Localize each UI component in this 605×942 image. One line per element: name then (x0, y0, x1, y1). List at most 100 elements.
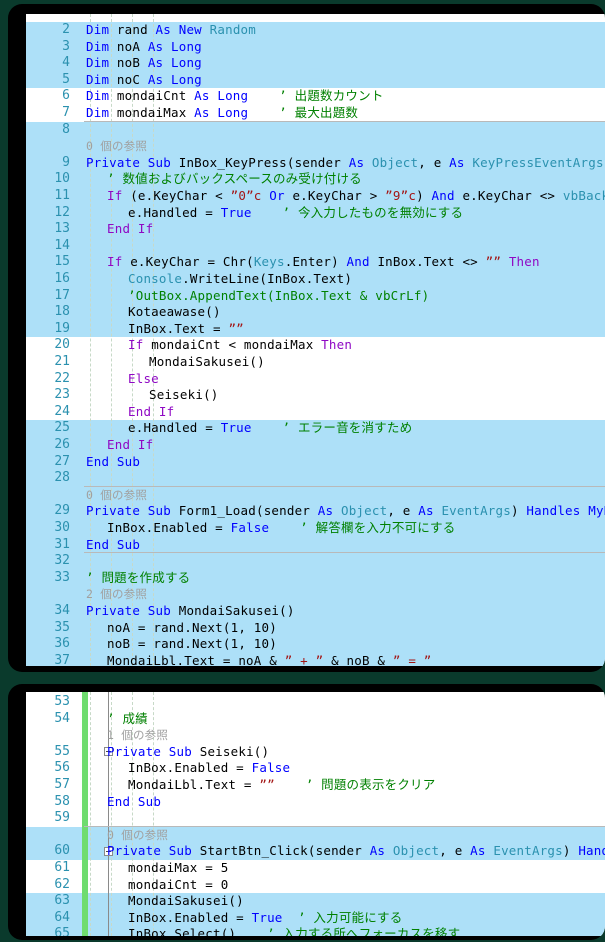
code-text[interactable]: Else (128, 371, 159, 388)
code-line-row[interactable]: 15 If e.KeyChar = Chr(Keys.Enter) And InB… (26, 254, 605, 271)
codelens-reference-count[interactable]: 2 個の参照 (86, 586, 147, 603)
code-line-row[interactable]: 33 ’ 問題を作成する (26, 570, 605, 587)
code-text[interactable]: Seiseki() (149, 387, 219, 404)
codelens-row[interactable]: 1 個の参照 (26, 727, 605, 744)
code-line-row[interactable]: 59 (26, 810, 605, 827)
code-line-row[interactable]: 58 End Sub (26, 794, 605, 811)
code-line-row[interactable]: 65 InBox.Select() ’ 入力する所へフォーカスを移す (26, 926, 605, 936)
code-text[interactable]: Private Sub MondaiSakusei() (86, 603, 295, 620)
code-line-row[interactable]: 57 MondaiLbl.Text = ”” ’ 問題の表示をクリア (26, 777, 605, 794)
code-line-row[interactable]: 3 Dim noA As Long (26, 39, 605, 56)
code-line-row[interactable]: 32 (26, 553, 605, 570)
bottom-code-editor[interactable]: 53 54 ’ 成績 1 個の参照 55 Private Sub Seiseki() 56 I… (26, 692, 605, 936)
code-line-row[interactable]: 25 e.Handled = True ’ エラー音を消すため (26, 420, 605, 437)
code-text[interactable]: e.Handled = True ’ エラー音を消すため (128, 420, 412, 437)
codelens-row[interactable]: 0 個の参照 (26, 827, 605, 844)
code-text[interactable]: InBox.Select() ’ 入力する所へフォーカスを移す (128, 926, 460, 936)
code-line-row[interactable]: 20 If mondaiCnt < mondaiMax Then (26, 337, 605, 354)
code-text[interactable]: InBox.Enabled = True ’ 入力可能にする (128, 910, 402, 927)
code-line-row[interactable]: 31 End Sub (26, 537, 605, 554)
code-line-row[interactable]: 37 MondaiLbl.Text = noA & ” + ” & noB & ”… (26, 653, 605, 666)
code-line-row[interactable]: 29 Private Sub Form1_Load(sender As Objec… (26, 503, 605, 520)
code-line-row[interactable]: 23 Seiseki() (26, 387, 605, 404)
codelens-row[interactable]: 0 個の参照 (26, 487, 605, 504)
code-line-row[interactable]: 12 e.Handled = True ’ 今入力したものを無効にする (26, 205, 605, 222)
code-line-row[interactable]: 27 End Sub (26, 454, 605, 471)
code-line-row[interactable]: 4 Dim noB As Long (26, 55, 605, 72)
code-text[interactable]: noA = rand.Next(1, 10) (107, 620, 277, 637)
code-line-row[interactable]: 13 End If (26, 221, 605, 238)
code-line-row[interactable]: 5 Dim noC As Long (26, 72, 605, 89)
code-line-row[interactable]: 7 Dim mondaiMax As Long ’ 最大出題数 (26, 105, 605, 122)
code-line-row[interactable]: 17 ’OutBox.AppendText(InBox.Text & vbCrLf… (26, 288, 605, 305)
code-line-row[interactable]: 10 ’ 数値およびバックスペースのみ受け付ける (26, 171, 605, 188)
code-text[interactable]: End Sub (107, 794, 161, 811)
codelens-reference-count[interactable]: 0 個の参照 (107, 827, 168, 844)
code-line-row[interactable]: 6 Dim mondaiCnt As Long ’ 出題数カウント (26, 88, 605, 105)
code-text[interactable]: Dim rand As New Random (86, 22, 256, 39)
code-text[interactable]: Private Sub Seiseki() (107, 744, 269, 761)
codelens-reference-count[interactable]: 0 個の参照 (86, 487, 147, 504)
code-text[interactable]: Private Sub Form1_Load(sender As Object,… (86, 503, 605, 520)
code-text[interactable]: noB = rand.Next(1, 10) (107, 636, 277, 653)
code-line-row[interactable]: 9 Private Sub InBox_KeyPress(sender As Ob… (26, 155, 605, 172)
code-text[interactable]: InBox.Enabled = False (128, 760, 290, 777)
code-line-row[interactable]: 16 Console.WriteLine(InBox.Text) (26, 271, 605, 288)
code-text[interactable]: mondaiCnt = 0 (128, 877, 228, 894)
code-line-row[interactable]: 22 Else (26, 371, 605, 388)
code-line-row[interactable]: 28 (26, 470, 605, 487)
code-text[interactable]: End Sub (86, 537, 140, 554)
code-line-row[interactable]: 18 Kotaeawase() (26, 304, 605, 321)
code-text[interactable]: ’ 問題を作成する (86, 570, 190, 587)
code-text[interactable]: Dim noA As Long (86, 39, 202, 56)
code-line-row[interactable]: 8 (26, 122, 605, 139)
code-text[interactable]: e.Handled = True ’ 今入力したものを無効にする (128, 205, 463, 222)
code-text[interactable]: MondaiLbl.Text = noA & ” + ” & noB & ” =… (107, 653, 432, 666)
code-text[interactable]: End If (107, 221, 153, 238)
codelens-row[interactable]: 2 個の参照 (26, 586, 605, 603)
code-text[interactable]: Console.WriteLine(InBox.Text) (128, 271, 352, 288)
code-line-row[interactable]: 54 ’ 成績 (26, 711, 605, 728)
code-text[interactable]: MondaiSakusei() (149, 354, 265, 371)
code-line-row[interactable]: 24 End If (26, 404, 605, 421)
code-line-row[interactable]: 56 InBox.Enabled = False (26, 760, 605, 777)
code-text[interactable]: Private Sub StartBtn_Click(sender As Obj… (107, 843, 605, 860)
code-text[interactable]: End If (107, 437, 153, 454)
code-line-row[interactable]: 53 (26, 694, 605, 711)
codelens-reference-count[interactable]: 1 個の参照 (107, 727, 168, 744)
code-text[interactable]: ’OutBox.AppendText(InBox.Text & vbCrLf) (128, 288, 429, 305)
code-text[interactable]: Dim mondaiCnt As Long ’ 出題数カウント (86, 88, 384, 105)
code-line-row[interactable]: 14 (26, 238, 605, 255)
code-text[interactable]: InBox.Text = ”” (128, 321, 244, 338)
code-line-row[interactable]: 2 Dim rand As New Random (26, 22, 605, 39)
code-line-row[interactable]: 30 InBox.Enabled = False ’ 解答欄を入力不可にする (26, 520, 605, 537)
code-text[interactable]: If mondaiCnt < mondaiMax Then (128, 337, 352, 354)
code-line-row[interactable]: 63 MondaiSakusei() (26, 893, 605, 910)
code-line-row[interactable]: 60 Private Sub StartBtn_Click(sender As O… (26, 843, 605, 860)
code-text[interactable]: mondaiMax = 5 (128, 860, 228, 877)
code-text[interactable]: ’ 成績 (107, 711, 148, 728)
code-text[interactable]: Dim noC As Long (86, 72, 202, 89)
code-text[interactable]: End Sub (86, 454, 140, 471)
code-text[interactable]: End If (128, 404, 174, 421)
code-text[interactable]: If (e.KeyChar < ”0”c Or e.KeyChar > ”9”c… (107, 188, 605, 205)
code-text[interactable]: If e.KeyChar = Chr(Keys.Enter) And InBox… (107, 254, 540, 271)
code-line-row[interactable]: 64 InBox.Enabled = True ’ 入力可能にする (26, 910, 605, 927)
code-line-row[interactable]: 55 Private Sub Seiseki() (26, 744, 605, 761)
code-line-row[interactable]: 61 mondaiMax = 5 (26, 860, 605, 877)
code-line-row[interactable]: 34 Private Sub MondaiSakusei() (26, 603, 605, 620)
code-text[interactable]: Kotaeawase() (128, 304, 221, 321)
top-code-editor[interactable]: 2 Dim rand As New Random 3 Dim noA As Long 4… (26, 14, 605, 666)
code-text[interactable]: Private Sub InBox_KeyPress(sender As Obj… (86, 155, 605, 172)
code-line-row[interactable]: 36 noB = rand.Next(1, 10) (26, 636, 605, 653)
code-text[interactable]: InBox.Enabled = False ’ 解答欄を入力不可にする (107, 520, 455, 537)
code-line-row[interactable]: 11 If (e.KeyChar < ”0”c Or e.KeyChar > ”9… (26, 188, 605, 205)
code-line-row[interactable]: 35 noA = rand.Next(1, 10) (26, 620, 605, 637)
code-line-row[interactable]: 21 MondaiSakusei() (26, 354, 605, 371)
code-line-row[interactable]: 19 InBox.Text = ”” (26, 321, 605, 338)
code-line-row[interactable]: 26 End If (26, 437, 605, 454)
codelens-reference-count[interactable]: 0 個の参照 (86, 138, 147, 155)
code-text[interactable]: Dim mondaiMax As Long ’ 最大出題数 (86, 105, 358, 122)
code-text[interactable]: ’ 数値およびバックスペースのみ受け付ける (107, 171, 362, 188)
code-text[interactable]: MondaiSakusei() (128, 893, 244, 910)
